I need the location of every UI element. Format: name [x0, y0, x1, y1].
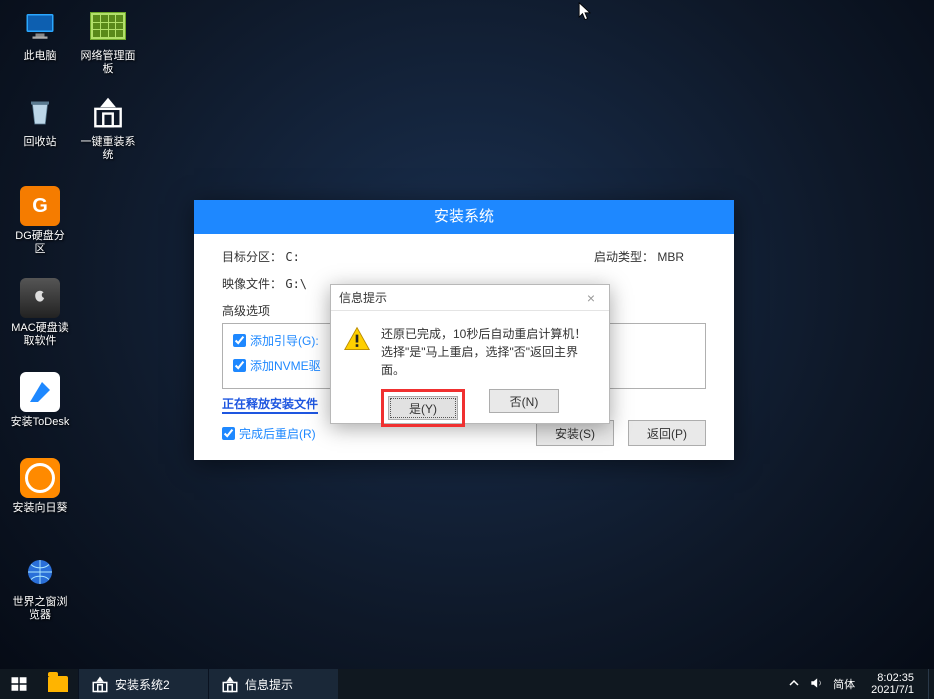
add-nvme-label: 添加NVME驱: [250, 357, 321, 374]
image-file-label: 映像文件：: [222, 275, 282, 292]
start-button[interactable]: [0, 669, 38, 699]
icon-label: DG硬盘分区: [10, 230, 70, 256]
yes-button[interactable]: 是(Y): [388, 396, 458, 420]
modal-message-line2: 选择"是"马上重启，选择"否"返回主界面。: [381, 343, 597, 379]
icon-label: 安装ToDesk: [10, 416, 70, 429]
reinstall-icon: [88, 92, 128, 132]
icon-label: 一键重装系统: [78, 136, 138, 162]
desktop-icon-todesk[interactable]: 安装ToDesk: [10, 372, 70, 429]
desktop-icon-recycle-bin[interactable]: 回收站: [10, 92, 70, 149]
icon-label: 此电脑: [10, 50, 70, 63]
desktop-icon-dg[interactable]: G DG硬盘分区: [10, 186, 70, 256]
taskbar-spacer: [338, 669, 781, 699]
tray-chevron-icon[interactable]: [789, 678, 799, 691]
net-panel-icon: [88, 6, 128, 46]
pc-icon: [20, 6, 60, 46]
clock-date: 2021/7/1: [871, 684, 914, 696]
desktop-icon-net-panel[interactable]: 网络管理面板: [78, 6, 138, 76]
taskbar: 安装系统2 信息提示 简体 8:02:35 2021/7/1: [0, 669, 934, 699]
reboot-after-label: 完成后重启(R): [239, 425, 316, 442]
taskbar-clock[interactable]: 8:02:35 2021/7/1: [865, 672, 920, 696]
icon-label: MAC硬盘读取软件: [10, 322, 70, 348]
taskbar-task-install[interactable]: 安装系统2: [78, 669, 208, 699]
install-window-title: 安装系统: [194, 200, 734, 234]
recycle-bin-icon: [20, 92, 60, 132]
yes-button-highlight: 是(Y): [381, 389, 465, 427]
clock-time: 8:02:35: [871, 672, 914, 684]
desktop-icon-sunflower[interactable]: 安装向日葵: [10, 458, 70, 515]
todesk-icon: [20, 372, 60, 412]
icon-label: 网络管理面板: [78, 50, 138, 76]
icon-label: 安装向日葵: [10, 502, 70, 515]
dg-icon: G: [20, 186, 60, 226]
show-desktop-button[interactable]: [928, 669, 934, 699]
tray-volume-icon[interactable]: [809, 676, 823, 693]
desktop-icon-browser[interactable]: 世界之窗浏览器: [10, 552, 70, 622]
taskbar-file-explorer[interactable]: [38, 669, 78, 699]
modal-title-text: 信息提示: [339, 285, 387, 311]
taskbar-task-label: 安装系统2: [115, 676, 170, 693]
modal-message: 还原已完成，10秒后自动重启计算机！ 选择"是"马上重启，选择"否"返回主界面。: [381, 325, 597, 379]
install-status-text: 正在释放安装文件: [222, 395, 318, 414]
icon-label: 世界之窗浏览器: [10, 596, 70, 622]
desktop-icon-this-pc[interactable]: 此电脑: [10, 6, 70, 63]
info-prompt-dialog: 信息提示 × 还原已完成，10秒后自动重启计算机！ 选择"是"马上重启，选择"否…: [330, 284, 610, 424]
install-task-icon: [91, 675, 109, 693]
image-file-value: G:\: [285, 277, 307, 291]
modal-message-line1: 还原已完成，10秒后自动重启计算机！: [381, 325, 597, 343]
desktop-icon-mac-disk[interactable]: MAC硬盘读取软件: [10, 278, 70, 348]
info-task-icon: [221, 675, 239, 693]
globe-icon: [20, 552, 60, 592]
boot-type-value: MBR: [657, 250, 684, 264]
desktop-icon-reinstall[interactable]: 一键重装系统: [78, 92, 138, 162]
target-partition-value: C:: [285, 250, 299, 264]
icon-label: 回收站: [10, 136, 70, 149]
ime-indicator[interactable]: 简体: [833, 676, 855, 692]
windows-icon: [10, 675, 28, 693]
return-button[interactable]: 返回(P): [628, 420, 706, 446]
mac-disk-icon: [20, 278, 60, 318]
sunflower-icon: [20, 458, 60, 498]
modal-close-button[interactable]: ×: [581, 285, 601, 311]
no-button[interactable]: 否(N): [489, 389, 559, 413]
target-partition-label: 目标分区：: [222, 248, 282, 265]
no-button-wrap: 否(N): [489, 389, 559, 427]
folder-icon: [48, 676, 68, 692]
add-nvme-checkbox[interactable]: [233, 359, 246, 372]
reboot-after-checkbox[interactable]: [222, 427, 235, 440]
boot-type-label: 启动类型：: [594, 250, 654, 264]
warning-icon: [343, 325, 371, 353]
taskbar-task-info-prompt[interactable]: 信息提示: [208, 669, 338, 699]
add-boot-label: 添加引导(G):: [250, 332, 319, 349]
taskbar-task-label: 信息提示: [245, 676, 293, 693]
system-tray: 简体 8:02:35 2021/7/1: [781, 669, 928, 699]
add-boot-checkbox[interactable]: [233, 334, 246, 347]
